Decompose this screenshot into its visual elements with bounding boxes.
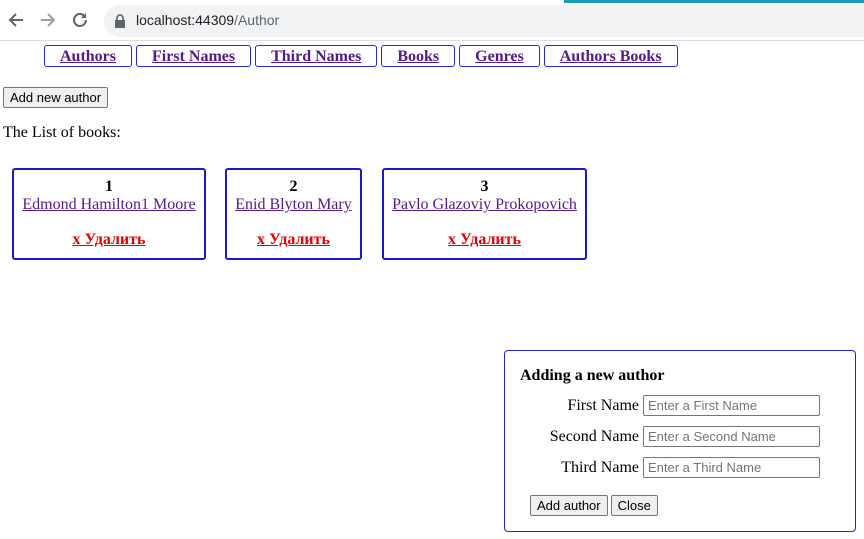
- author-name-link[interactable]: Pavlo Glazoviy Prokopovich: [384, 196, 585, 214]
- dialog-actions: Add author Close: [530, 495, 658, 516]
- list-title: The List of books:: [3, 124, 121, 141]
- nav-genres[interactable]: Genres: [459, 45, 540, 67]
- first-name-row: First Name: [567, 395, 820, 416]
- nav-books[interactable]: Books: [381, 45, 456, 67]
- second-name-label: Second Name: [549, 427, 639, 445]
- url-host: localhost:44309: [136, 12, 235, 28]
- add-new-author-button[interactable]: Add new author: [3, 87, 109, 108]
- author-id: 2: [289, 178, 298, 195]
- nav-authors[interactable]: Authors: [44, 45, 133, 67]
- third-name-row: Third Name: [561, 457, 820, 478]
- nav-third-names[interactable]: Third Names: [255, 45, 378, 67]
- reload-icon: [73, 13, 87, 27]
- lock-icon: [115, 14, 125, 28]
- second-name-row: Second Name: [550, 426, 820, 447]
- author-card: 2 Enid Blyton Mary x Удалить: [225, 168, 362, 260]
- back-button[interactable]: [5, 9, 27, 31]
- author-name-link[interactable]: Edmond Hamilton1 Moore: [14, 196, 204, 214]
- author-id: 3: [480, 178, 489, 195]
- address-bar[interactable]: localhost:44309/Author: [104, 5, 864, 37]
- delete-author-link[interactable]: x Удалить: [227, 231, 360, 249]
- add-author-button[interactable]: Add author: [530, 495, 608, 516]
- browser-toolbar: localhost:44309/Author: [0, 0, 864, 41]
- arrow-right-icon: [41, 13, 56, 27]
- third-name-label: Third Name: [561, 458, 639, 476]
- nav-first-names[interactable]: First Names: [136, 45, 252, 67]
- third-name-input[interactable]: [643, 457, 820, 478]
- author-card: 3 Pavlo Glazoviy Prokopovich x Удалить: [382, 168, 587, 260]
- arrow-left-icon: [8, 13, 23, 27]
- second-name-input[interactable]: [643, 426, 820, 447]
- url-path: /Author: [234, 12, 280, 28]
- nav-authors-books[interactable]: Authors Books: [543, 45, 678, 67]
- forward-button[interactable]: [37, 9, 59, 31]
- add-author-dialog: Adding a new author First Name Second Na…: [504, 350, 856, 532]
- first-name-input[interactable]: [643, 395, 820, 416]
- url-text: localhost:44309/Author: [136, 12, 279, 28]
- author-card: 1 Edmond Hamilton1 Moore x Удалить: [12, 168, 206, 260]
- main-nav: Authors First Names Third Names Books Ge…: [44, 45, 678, 67]
- first-name-label: First Name: [567, 396, 639, 414]
- close-button[interactable]: Close: [610, 495, 658, 516]
- toolbar-accent: [564, 0, 864, 3]
- author-id: 1: [105, 178, 113, 195]
- author-name-link[interactable]: Enid Blyton Mary: [227, 196, 360, 214]
- delete-author-link[interactable]: x Удалить: [384, 231, 585, 249]
- delete-author-link[interactable]: x Удалить: [14, 231, 204, 249]
- dialog-title: Adding a new author: [520, 367, 665, 384]
- reload-button[interactable]: [69, 9, 91, 31]
